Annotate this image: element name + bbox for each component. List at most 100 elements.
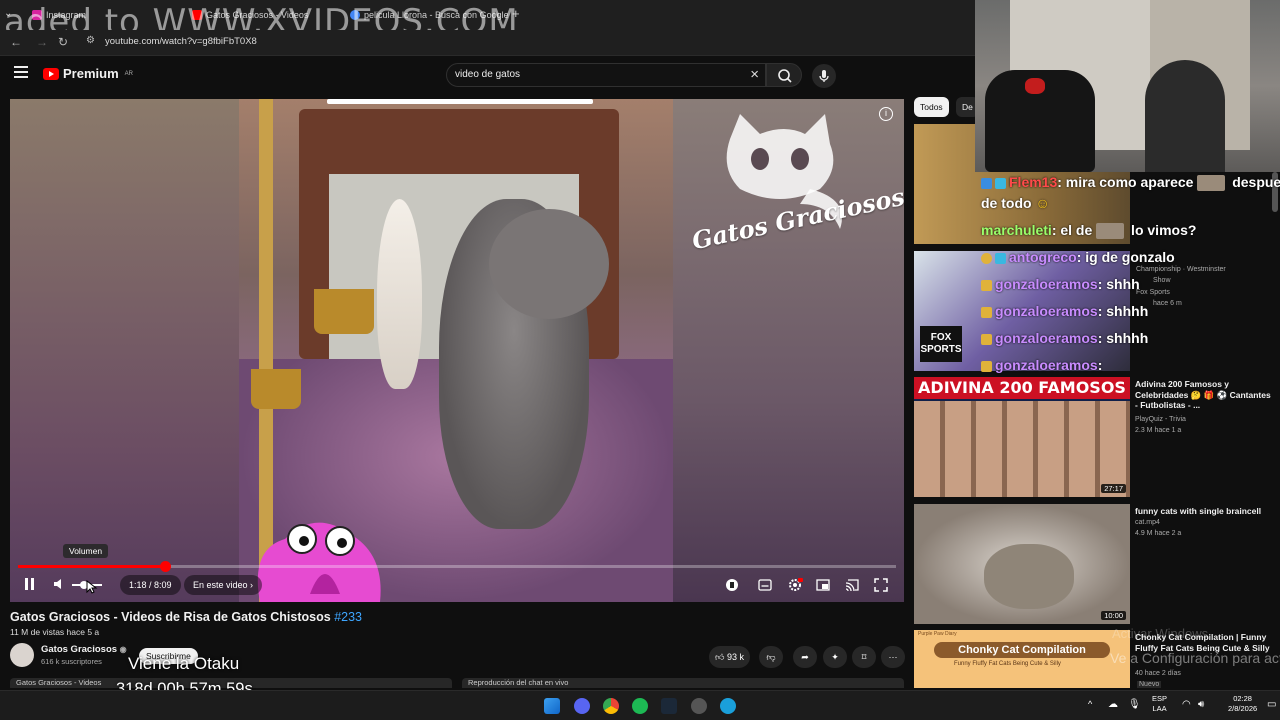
thumbs-down-icon: 👎︎ (766, 652, 776, 662)
spotify-icon[interactable] (632, 698, 648, 714)
duration-badge: 27:17 (1101, 484, 1126, 493)
duration-badge: 10:00 (1101, 611, 1126, 620)
rec-3-stats: 2.3 M hace 1 a (1135, 427, 1182, 434)
badge-icon (995, 252, 1006, 264)
discord-icon[interactable] (574, 698, 590, 714)
badge-icon (995, 177, 1006, 189)
menu-icon[interactable] (14, 66, 28, 78)
chip-todos[interactable]: Todos (914, 97, 949, 117)
obs-icon[interactable] (691, 698, 707, 714)
clear-search-icon[interactable]: × (750, 66, 759, 83)
language-indicator[interactable]: ESP LAA (1152, 694, 1167, 714)
filter-chips: Todos De (914, 97, 979, 119)
forward-icon[interactable]: → (36, 35, 48, 49)
chat-line: gonzaloeramos: shhhh (981, 303, 1148, 319)
cat-in-bowl (984, 544, 1074, 609)
cat-head (489, 209, 609, 319)
video-player[interactable]: Gatos Graciosos i 1:18 / 8:09 En este vi… (10, 99, 904, 602)
voice-search-button[interactable] (812, 64, 836, 88)
streamer (1145, 60, 1225, 172)
dislike-button[interactable]: 👎︎ (759, 646, 783, 668)
more-button[interactable]: ··· (881, 646, 905, 668)
app-c-icon[interactable] (720, 698, 736, 714)
url-field[interactable]: youtube.com/watch?v=g8fbiFbT0X8 (105, 36, 257, 47)
emoji-icon: ☺ (1035, 195, 1050, 211)
cast-icon[interactable] (845, 578, 859, 595)
bottom-tab-chat-replay[interactable]: Reproducción del chat en vivo (462, 678, 904, 688)
rec-3-title[interactable]: Adivina 200 Famosos y Celebridades 🤔 🎁 ⚽… (1135, 379, 1275, 411)
mic-icon (819, 70, 829, 82)
chat-line: marchuleti: el de lo vimos? (981, 222, 1197, 240)
save-button[interactable]: ⌑ (852, 646, 876, 668)
rec-5-thumb-sub: Funny Fluffy Fat Cats Being Cute & Silly (954, 661, 1061, 667)
bookmark-icon: ⌑ (861, 652, 867, 662)
sparkle-icon: ✦ (831, 652, 839, 662)
verified-icon: ◉ (119, 645, 127, 654)
channel-name[interactable]: Gatos Graciosos ◉ (41, 644, 127, 655)
autoplay-icon[interactable] (725, 578, 739, 595)
rec-4-title[interactable]: funny cats with single braincell (1135, 506, 1275, 517)
steam-icon[interactable] (661, 698, 677, 714)
rec-3-channel[interactable]: PlayQuiz - Trivia (1135, 416, 1186, 423)
settings-icon[interactable] (787, 577, 803, 596)
windows-start-icon[interactable] (544, 698, 560, 714)
search-input[interactable]: video de gatos × (446, 63, 766, 87)
rec-thumbnail-4[interactable]: 10:00 (914, 504, 1130, 624)
taskbar: ^ ☁ 🎙︎ ◠ 🔊︎ ▭ (0, 690, 1280, 720)
chair-logo (1025, 78, 1045, 94)
progress-bar[interactable] (18, 561, 896, 572)
perch-cup (251, 369, 301, 409)
rec-4-stats: 4.9 M hace 2 a (1135, 530, 1182, 537)
back-icon[interactable]: ← (10, 35, 22, 49)
thumbs-up-icon: 👍︎ (715, 652, 725, 662)
new-badge: Nuevo (1137, 681, 1162, 688)
tray-chevron-icon[interactable]: ^ (1088, 699, 1092, 709)
address-bar: ← → ↻ ⚙ youtube.com/watch?v=g8fbiFbT0X8 (0, 30, 975, 56)
perch-cup (314, 289, 374, 334)
rec-thumbnail-3[interactable]: ADIVINA 200 FAMOSOS 27:17 (914, 377, 1130, 497)
chapter-button[interactable]: En este video › (184, 575, 263, 595)
reload-icon[interactable]: ↻ (58, 35, 68, 49)
volume-icon[interactable] (52, 577, 66, 594)
clock[interactable]: 02:28 2/8/2026 (1228, 694, 1257, 714)
badge-icon (981, 252, 992, 264)
channel-avatar[interactable] (10, 643, 34, 667)
video-title: Gatos Graciosos - Videos de Risa de Gato… (10, 610, 362, 624)
crown-badge-icon (981, 360, 992, 372)
chat-line: gonzaloeramos: shhhh (981, 330, 1148, 346)
rec-4-channel[interactable]: cat.mp4 (1135, 519, 1160, 526)
ask-ai-button[interactable]: ✦ (823, 646, 847, 668)
search-button[interactable] (766, 63, 802, 87)
rec-thumbnail-5[interactable]: Purple Paw Diary Chonky Cat Compilation … (914, 630, 1130, 688)
wifi-icon[interactable]: ◠ (1182, 699, 1191, 710)
rec-thumb-banner: ADIVINA 200 FAMOSOS (914, 377, 1130, 399)
search-value: video de gatos (455, 69, 521, 80)
fox-sports-logo: FOX SPORTS (920, 326, 962, 362)
network-icon[interactable]: ☁ (1108, 699, 1118, 710)
volume-tooltip: Volumen (63, 544, 109, 558)
fullscreen-icon[interactable] (874, 578, 888, 595)
stream-chat-overlay: Flem13: mira como aparece despues de tod… (975, 170, 1280, 375)
video-top-bar (327, 99, 593, 104)
chrome-icon[interactable] (603, 698, 619, 714)
like-button[interactable]: 👍︎ 93 k (709, 646, 750, 668)
youtube-play-icon (43, 67, 59, 80)
hashtag-link[interactable]: #233 (334, 610, 362, 624)
video-meta: 11 M de vistas hace 5 a (10, 627, 100, 637)
pause-icon[interactable] (24, 577, 36, 594)
notifications-icon[interactable]: ▭ (1267, 699, 1276, 710)
share-button[interactable]: ➦ (793, 646, 817, 668)
subtitles-icon[interactable] (758, 578, 772, 595)
miniplayer-icon[interactable] (816, 578, 830, 595)
more-icon: ··· (888, 652, 898, 662)
speaker-icon[interactable]: 🔊︎ (1198, 699, 1204, 710)
info-icon[interactable]: i (879, 107, 893, 121)
activate-windows-title: Activar Windows (1112, 626, 1209, 641)
site-info-icon[interactable]: ⚙ (86, 35, 95, 46)
player-controls: 1:18 / 8:09 En este video › (10, 569, 904, 602)
video-blur-left (10, 99, 239, 602)
crown-badge-icon (981, 333, 992, 345)
youtube-premium-logo[interactable]: Premium AR (43, 66, 133, 81)
mic-tray-icon[interactable]: 🎙︎ (1128, 699, 1141, 710)
bird (377, 199, 422, 389)
